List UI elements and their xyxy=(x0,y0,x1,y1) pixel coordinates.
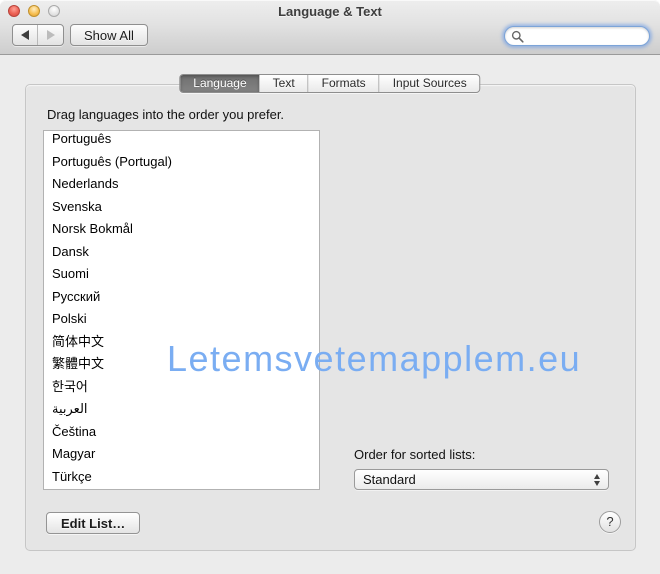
language-list-item[interactable]: Русский xyxy=(44,286,319,309)
language-list-item[interactable]: Dansk xyxy=(44,241,319,264)
tab-bar: Language Text Formats Input Sources xyxy=(179,74,481,93)
language-list-item[interactable]: Svenska xyxy=(44,196,319,219)
help-button[interactable]: ? xyxy=(599,511,621,533)
language-list-item[interactable]: Norsk Bokmål xyxy=(44,218,319,241)
edit-list-button[interactable]: Edit List… xyxy=(46,512,141,534)
language-panel: Drag languages into the order you prefer… xyxy=(25,84,636,551)
language-list-item[interactable]: Português (Portugal) xyxy=(44,151,319,174)
preference-pane: Language Text Formats Input Sources Drag… xyxy=(0,56,660,574)
language-list-item[interactable]: Magyar xyxy=(44,443,319,466)
sorted-lists-popup[interactable]: Standard xyxy=(354,469,609,490)
language-list-item[interactable]: 한국어 xyxy=(44,376,319,399)
language-list-item[interactable]: Nederlands xyxy=(44,173,319,196)
language-list: Português Português (Portugal) Nederlands S… xyxy=(43,130,320,490)
tab-formats[interactable]: Formats xyxy=(307,75,379,92)
search-field[interactable] xyxy=(504,26,650,46)
search-input[interactable] xyxy=(527,28,643,44)
history-nav xyxy=(12,24,64,46)
popup-stepper-icon xyxy=(594,473,600,486)
language-list-item[interactable]: العربية xyxy=(44,398,319,421)
window-title: Language & Text xyxy=(278,4,382,19)
tab-input-sources[interactable]: Input Sources xyxy=(378,75,480,92)
back-button[interactable] xyxy=(13,25,38,45)
language-list-item[interactable]: Türkçe xyxy=(44,466,319,489)
language-list-rows: Português Português (Portugal) Nederlands S… xyxy=(44,131,319,489)
back-icon xyxy=(21,30,29,40)
forward-icon xyxy=(46,30,55,40)
language-text-window: Language & Text Show All Language Text F… xyxy=(0,0,660,574)
tab-text[interactable]: Text xyxy=(260,75,308,92)
language-list-item[interactable]: Português xyxy=(44,131,319,151)
show-all-button[interactable]: Show All xyxy=(70,24,148,46)
sorted-lists-value: Standard xyxy=(363,472,416,487)
search-icon xyxy=(511,30,524,43)
title-bar: Language & Text Show All xyxy=(0,0,660,55)
language-list-item[interactable]: 简体中文 xyxy=(44,331,319,354)
forward-button[interactable] xyxy=(38,25,63,45)
instruction-text: Drag languages into the order you prefer… xyxy=(47,107,285,122)
sorted-lists-label: Order for sorted lists: xyxy=(354,447,476,462)
tab-language[interactable]: Language xyxy=(180,75,260,92)
language-list-item[interactable]: Suomi xyxy=(44,263,319,286)
language-list-item[interactable]: Polski xyxy=(44,308,319,331)
language-list-item[interactable]: Čeština xyxy=(44,421,319,444)
language-list-item[interactable]: 繁體中文 xyxy=(44,353,319,376)
